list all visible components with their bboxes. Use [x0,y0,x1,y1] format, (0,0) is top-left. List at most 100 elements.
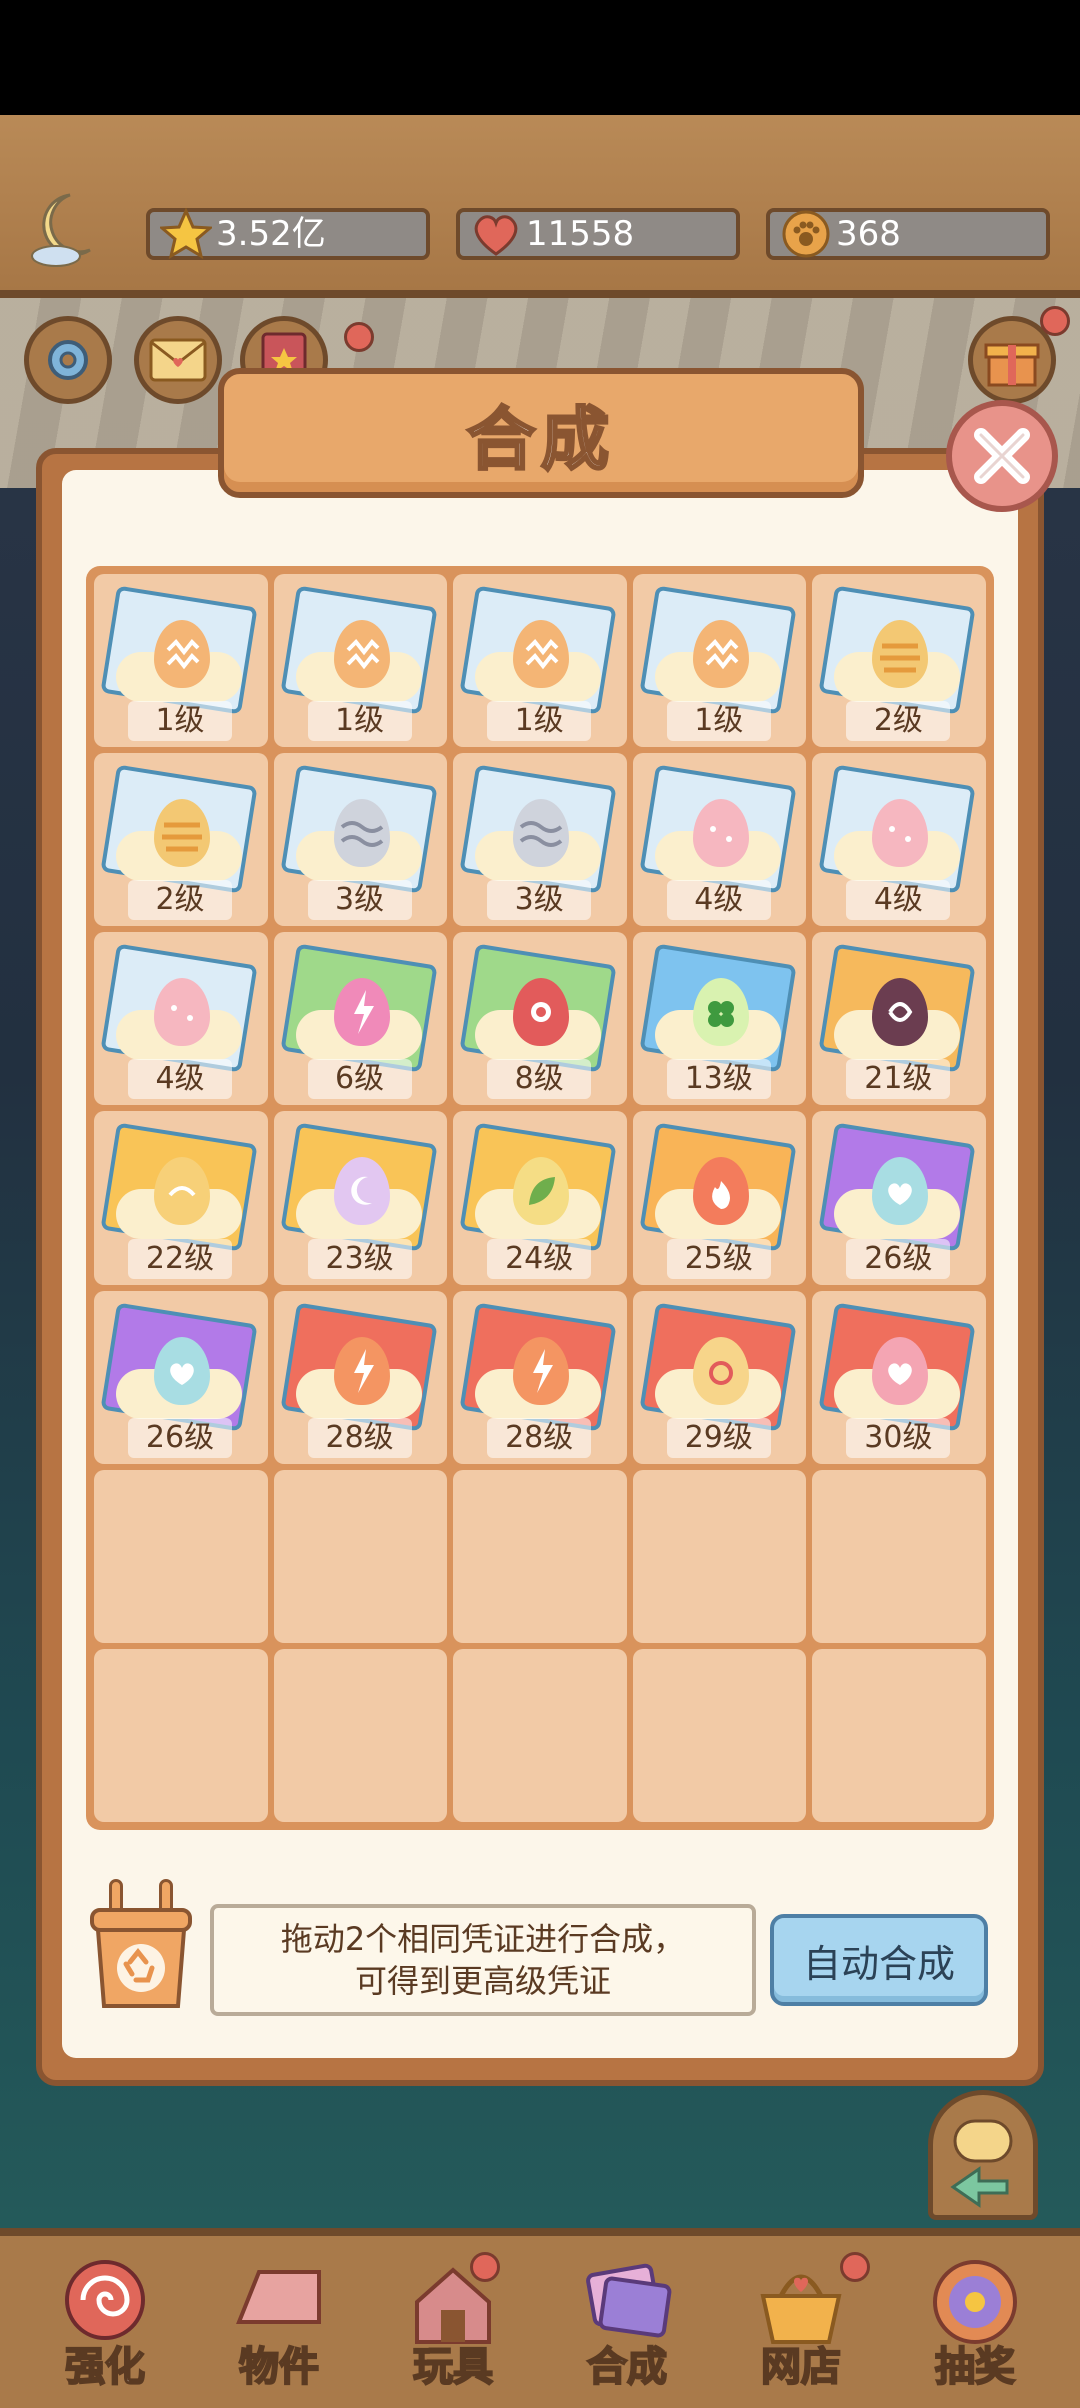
card-level-label: 1级 [666,701,771,742]
card-slot[interactable]: 26级 [812,1111,986,1285]
empty-slot[interactable] [632,1648,807,1822]
exit-door-button[interactable] [928,2090,1038,2220]
card-level-label: 30级 [846,1417,951,1458]
card-level-label: 3级 [487,880,592,921]
paws-counter: 368 [766,208,1050,260]
egg-icon [513,1157,570,1226]
empty-slot[interactable] [94,1469,268,1643]
egg-icon [692,1157,749,1226]
card-slot[interactable]: 6级 [273,932,448,1106]
egg-icon [872,1157,929,1226]
auto-merge-button[interactable]: 自动合成 [770,1914,988,2006]
nav-label: 网店 [760,2343,842,2391]
egg-icon [513,799,570,868]
card-level-label: 8级 [487,1059,592,1100]
egg-icon [513,1336,570,1405]
card-slot[interactable]: 28级 [453,1290,627,1464]
empty-slot[interactable] [453,1648,627,1822]
stars-value: 3.52亿 [216,214,326,254]
card-slot[interactable]: 25级 [632,1111,807,1285]
nav-label: 玩具 [412,2343,494,2391]
card-level-label: 4级 [666,880,771,921]
card-slot[interactable]: 3级 [273,753,448,927]
card-level-label: 1级 [307,701,412,742]
card-slot[interactable]: 23级 [273,1111,448,1285]
settings-button[interactable] [24,316,112,404]
empty-slot[interactable] [812,1648,986,1822]
card-slot[interactable]: 2级 [94,753,268,927]
egg-icon [333,1157,390,1226]
card-slot[interactable]: 3级 [453,753,627,927]
card-level-label: 28级 [487,1417,592,1458]
empty-slot[interactable] [273,1469,448,1643]
card-slot[interactable]: 4级 [812,753,986,927]
egg-icon [692,1336,749,1405]
card-slot[interactable]: 21级 [812,932,986,1106]
card-slot[interactable]: 1级 [632,574,807,748]
card-slot[interactable]: 28级 [273,1290,448,1464]
egg-icon [154,799,210,868]
close-button[interactable] [946,400,1058,512]
egg-icon [692,799,749,868]
nav-item-1[interactable]: 物件 [194,2252,364,2400]
nav-notification-dot [470,2252,500,2282]
nav-item-5[interactable]: 抽奖 [890,2252,1060,2400]
card-level-label: 1级 [128,701,232,742]
egg-icon [513,978,570,1047]
gift-icon [984,343,1040,387]
card-slot[interactable]: 22级 [94,1111,268,1285]
recycle-bin-icon [90,1879,192,2008]
empty-slot[interactable] [632,1469,807,1643]
card-slot[interactable]: 24级 [453,1111,627,1285]
card-level-label: 2级 [846,701,951,742]
card-level-label: 4级 [846,880,951,921]
top-bar [0,115,1080,298]
recycle-bin-button[interactable] [86,1876,196,2016]
card-slot[interactable]: 4级 [632,753,807,927]
empty-slot[interactable] [94,1648,268,1822]
card-slot[interactable]: 30级 [812,1290,986,1464]
dialog-title-banner: 合成 [218,368,864,498]
card-level-label: 28级 [307,1417,412,1458]
nav-label: 强化 [64,2343,146,2391]
card-slot[interactable]: 2级 [812,574,986,748]
heart-icon [470,208,522,260]
nav-item-0[interactable]: 强化 [20,2252,190,2400]
card-level-label: 6级 [307,1059,412,1100]
nav-notification-dot [840,2252,870,2282]
card-slot[interactable]: 26级 [94,1290,268,1464]
card-slot[interactable]: 1级 [94,574,268,748]
card-slot[interactable]: 4级 [94,932,268,1106]
empty-slot[interactable] [812,1469,986,1643]
card-level-label: 22级 [128,1238,232,1279]
card-level-label: 4级 [128,1059,232,1100]
nav-item-2[interactable]: 玩具 [368,2252,538,2400]
dialog-title: 合成 [465,399,615,481]
egg-icon [154,1157,210,1226]
gear-icon [48,340,88,380]
merge-hint-line2: 可得到更高级凭证 [354,1962,611,2000]
egg-icon [872,799,929,868]
paws-value: 368 [836,214,901,254]
nav-item-3[interactable]: 合成 [542,2252,712,2400]
card-level-label: 26级 [846,1238,951,1279]
card-level-label: 25级 [666,1238,771,1279]
card-slot[interactable]: 1级 [273,574,448,748]
egg-icon [333,799,390,868]
card-level-label: 2级 [128,880,232,921]
card-slot[interactable]: 13级 [632,932,807,1106]
egg-icon [692,620,749,688]
egg-icon [333,978,390,1047]
mail-button[interactable] [134,316,222,404]
empty-slot[interactable] [273,1648,448,1822]
book-notification-dot [344,322,374,352]
card-slot[interactable]: 8级 [453,932,627,1106]
empty-slot[interactable] [453,1469,627,1643]
card-slot[interactable]: 29级 [632,1290,807,1464]
card-slot[interactable]: 1级 [453,574,627,748]
egg-icon [333,620,390,688]
close-icon [974,428,1030,484]
night-mode-icon[interactable] [30,190,100,270]
card-level-label: 1级 [487,701,592,742]
card-level-label: 23级 [307,1238,412,1279]
